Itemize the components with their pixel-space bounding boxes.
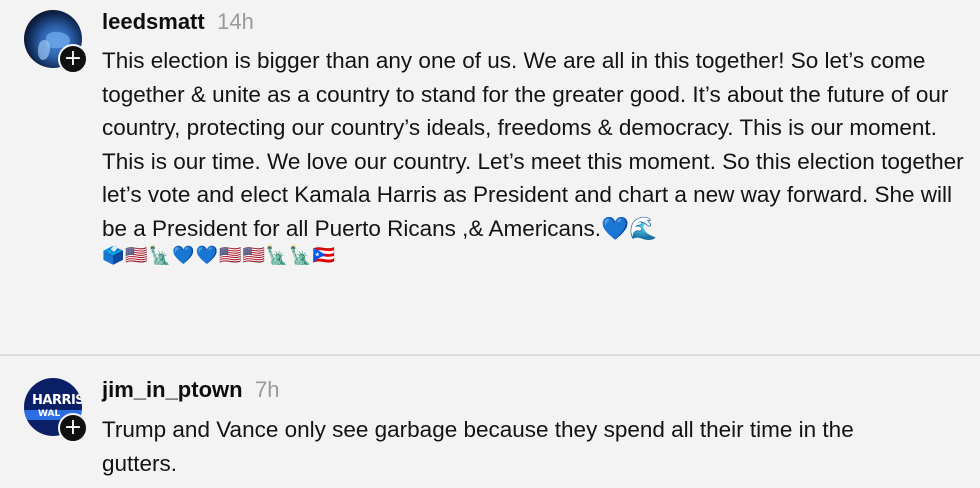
follow-plus-button[interactable]: + — [58, 413, 88, 443]
comment-leedsmatt: + leedsmatt 14h This election is bigger … — [0, 0, 980, 354]
username[interactable]: leedsmatt — [102, 9, 205, 34]
comment-header: jim_in_ptown 7h — [102, 377, 280, 403]
comment-text: This election is bigger than any one of … — [102, 48, 964, 241]
avatar-harris-text: HARRIS — [32, 393, 82, 408]
comment-header: leedsmatt 14h — [102, 9, 254, 35]
avatar-walz-text: WAL — [38, 409, 61, 419]
timestamp: 14h — [217, 9, 254, 34]
username[interactable]: jim_in_ptown — [102, 377, 243, 402]
comment-text: Trump and Vance only see garbage because… — [102, 417, 854, 476]
follow-plus-button[interactable]: + — [58, 44, 88, 74]
emoji-line: 🗳️🇺🇸🗽💙💙🇺🇸🇺🇸🗽🗽🇵🇷 — [102, 245, 337, 266]
timestamp: 7h — [255, 377, 280, 402]
